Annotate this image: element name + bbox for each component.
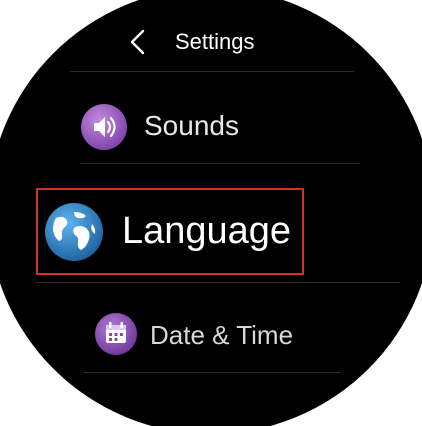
divider — [84, 372, 340, 373]
globe-icon — [44, 202, 104, 262]
header: Settings — [0, 22, 422, 62]
menu-item-sounds[interactable]: Sounds — [80, 100, 380, 154]
menu-item-label: Date & Time — [150, 320, 294, 350]
chevron-left-icon[interactable] — [126, 28, 150, 56]
divider — [36, 282, 400, 283]
menu-item-label: Sounds — [144, 110, 239, 141]
watch-face: Settings Sounds Language Date & Time — [0, 0, 422, 426]
divider — [70, 71, 354, 72]
speaker-icon — [80, 103, 128, 151]
menu-item-language[interactable]: Language — [36, 188, 304, 275]
round-screen: Settings Sounds Language Date & Time — [0, 0, 422, 426]
menu-item-label: Language — [122, 210, 292, 252]
page-title: Settings — [175, 29, 255, 54]
divider — [80, 163, 360, 164]
menu-item-date-time[interactable]: Date & Time — [94, 312, 354, 358]
calendar-icon — [94, 312, 138, 356]
